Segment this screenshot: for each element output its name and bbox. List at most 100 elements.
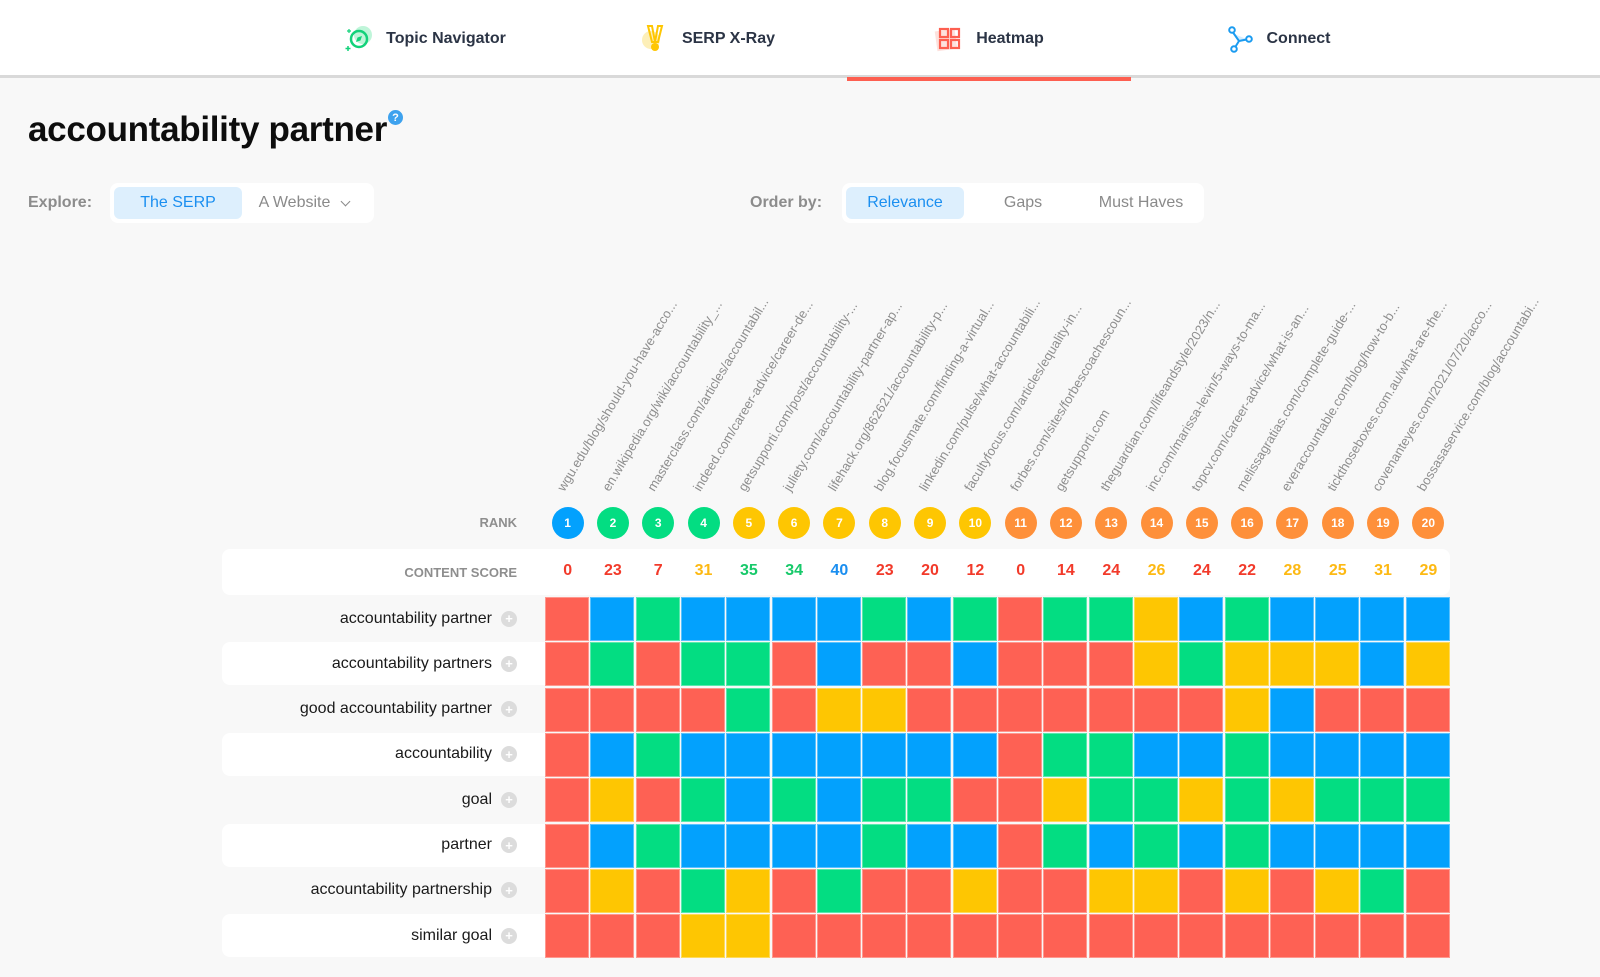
keyword-label[interactable]: partner xyxy=(441,836,492,854)
heatmap-cell[interactable] xyxy=(1224,732,1269,777)
heatmap-cell[interactable] xyxy=(545,597,589,641)
heatmap-cell[interactable] xyxy=(1360,597,1405,641)
heatmap-cell[interactable] xyxy=(1269,778,1314,823)
heatmap-cell[interactable] xyxy=(1360,823,1405,868)
explore-website-dropdown[interactable]: A Website xyxy=(242,187,366,219)
keyword-label[interactable]: accountability partners xyxy=(332,655,492,673)
heatmap-cell[interactable] xyxy=(635,732,680,777)
heatmap-cell[interactable] xyxy=(680,597,725,641)
keyword-label[interactable]: goal xyxy=(462,791,492,809)
heatmap-cell[interactable] xyxy=(726,823,771,868)
heatmap-cell[interactable] xyxy=(1269,642,1314,687)
heatmap-cell[interactable] xyxy=(1315,642,1360,687)
heatmap-cell[interactable] xyxy=(1224,914,1269,959)
tab-connect[interactable]: Connect xyxy=(1215,0,1340,78)
heatmap-cell[interactable] xyxy=(771,597,816,641)
heatmap-cell[interactable] xyxy=(816,823,861,868)
heatmap-cell[interactable] xyxy=(726,778,771,823)
heatmap-cell[interactable] xyxy=(726,732,771,777)
heatmap-cell[interactable] xyxy=(1088,732,1133,777)
heatmap-cell[interactable] xyxy=(1088,687,1133,732)
heatmap-cell[interactable] xyxy=(1179,687,1224,732)
heatmap-cell[interactable] xyxy=(998,642,1042,687)
heatmap-cell[interactable] xyxy=(1224,687,1269,732)
heatmap-cell[interactable] xyxy=(1133,687,1178,732)
heatmap-cell[interactable] xyxy=(862,732,907,777)
heatmap-cell[interactable] xyxy=(1360,914,1405,959)
heatmap-cell[interactable] xyxy=(1315,687,1360,732)
expand-plus-icon[interactable]: + xyxy=(501,655,517,672)
heatmap-cell[interactable] xyxy=(1405,642,1450,687)
keyword-label[interactable]: accountability partner xyxy=(340,610,492,628)
heatmap-cell[interactable] xyxy=(771,823,816,868)
heatmap-cell[interactable] xyxy=(998,687,1042,732)
heatmap-cell[interactable] xyxy=(1360,642,1405,687)
expand-plus-icon[interactable]: + xyxy=(501,610,517,627)
heatmap-cell[interactable] xyxy=(907,823,952,868)
heatmap-cell[interactable] xyxy=(680,914,725,959)
heatmap-cell[interactable] xyxy=(1360,732,1405,777)
heatmap-cell[interactable] xyxy=(862,642,907,687)
expand-plus-icon[interactable]: + xyxy=(501,746,517,763)
heatmap-cell[interactable] xyxy=(726,687,771,732)
heatmap-cell[interactable] xyxy=(907,597,952,641)
heatmap-cell[interactable] xyxy=(1043,914,1088,959)
heatmap-cell[interactable] xyxy=(862,868,907,913)
expand-plus-icon[interactable]: + xyxy=(501,791,517,808)
heatmap-cell[interactable] xyxy=(1315,597,1360,641)
heatmap-cell[interactable] xyxy=(1088,642,1133,687)
heatmap-cell[interactable] xyxy=(1269,823,1314,868)
keyword-label[interactable]: similar goal xyxy=(411,927,492,945)
heatmap-cell[interactable] xyxy=(998,732,1042,777)
heatmap-cell[interactable] xyxy=(1315,868,1360,913)
heatmap-cell[interactable] xyxy=(771,687,816,732)
heatmap-cell[interactable] xyxy=(1405,597,1450,641)
heatmap-cell[interactable] xyxy=(1179,868,1224,913)
heatmap-cell[interactable] xyxy=(590,823,635,868)
heatmap-cell[interactable] xyxy=(771,732,816,777)
heatmap-cell[interactable] xyxy=(726,914,771,959)
heatmap-cell[interactable] xyxy=(1360,687,1405,732)
heatmap-cell[interactable] xyxy=(1315,823,1360,868)
heatmap-cell[interactable] xyxy=(816,732,861,777)
heatmap-cell[interactable] xyxy=(1179,778,1224,823)
expand-plus-icon[interactable]: + xyxy=(501,927,517,944)
heatmap-cell[interactable] xyxy=(816,778,861,823)
heatmap-cell[interactable] xyxy=(952,778,997,823)
heatmap-cell[interactable] xyxy=(545,687,589,732)
heatmap-cell[interactable] xyxy=(1224,642,1269,687)
heatmap-cell[interactable] xyxy=(816,597,861,641)
heatmap-cell[interactable] xyxy=(590,778,635,823)
order-gaps-button[interactable]: Gaps xyxy=(964,187,1082,219)
heatmap-cell[interactable] xyxy=(1224,823,1269,868)
heatmap-cell[interactable] xyxy=(1224,868,1269,913)
heatmap-cell[interactable] xyxy=(1043,778,1088,823)
heatmap-cell[interactable] xyxy=(635,914,680,959)
heatmap-cell[interactable] xyxy=(1043,597,1088,641)
heatmap-cell[interactable] xyxy=(907,778,952,823)
heatmap-cell[interactable] xyxy=(590,642,635,687)
heatmap-cell[interactable] xyxy=(862,914,907,959)
heatmap-cell[interactable] xyxy=(952,597,997,641)
heatmap-cell[interactable] xyxy=(545,823,589,868)
heatmap-cell[interactable] xyxy=(1133,868,1178,913)
heatmap-cell[interactable] xyxy=(635,868,680,913)
heatmap-cell[interactable] xyxy=(771,914,816,959)
heatmap-cell[interactable] xyxy=(1224,597,1269,641)
heatmap-cell[interactable] xyxy=(590,732,635,777)
heatmap-cell[interactable] xyxy=(1269,687,1314,732)
heatmap-cell[interactable] xyxy=(726,597,771,641)
heatmap-cell[interactable] xyxy=(590,687,635,732)
explore-the-serp-button[interactable]: The SERP xyxy=(114,187,242,219)
heatmap-cell[interactable] xyxy=(998,597,1042,641)
heatmap-cell[interactable] xyxy=(680,823,725,868)
heatmap-cell[interactable] xyxy=(590,597,635,641)
heatmap-cell[interactable] xyxy=(635,642,680,687)
order-relevance-button[interactable]: Relevance xyxy=(846,187,964,219)
heatmap-cell[interactable] xyxy=(1269,868,1314,913)
heatmap-cell[interactable] xyxy=(1043,642,1088,687)
heatmap-cell[interactable] xyxy=(545,914,589,959)
heatmap-cell[interactable] xyxy=(1405,823,1450,868)
heatmap-cell[interactable] xyxy=(1179,597,1224,641)
heatmap-cell[interactable] xyxy=(998,914,1042,959)
